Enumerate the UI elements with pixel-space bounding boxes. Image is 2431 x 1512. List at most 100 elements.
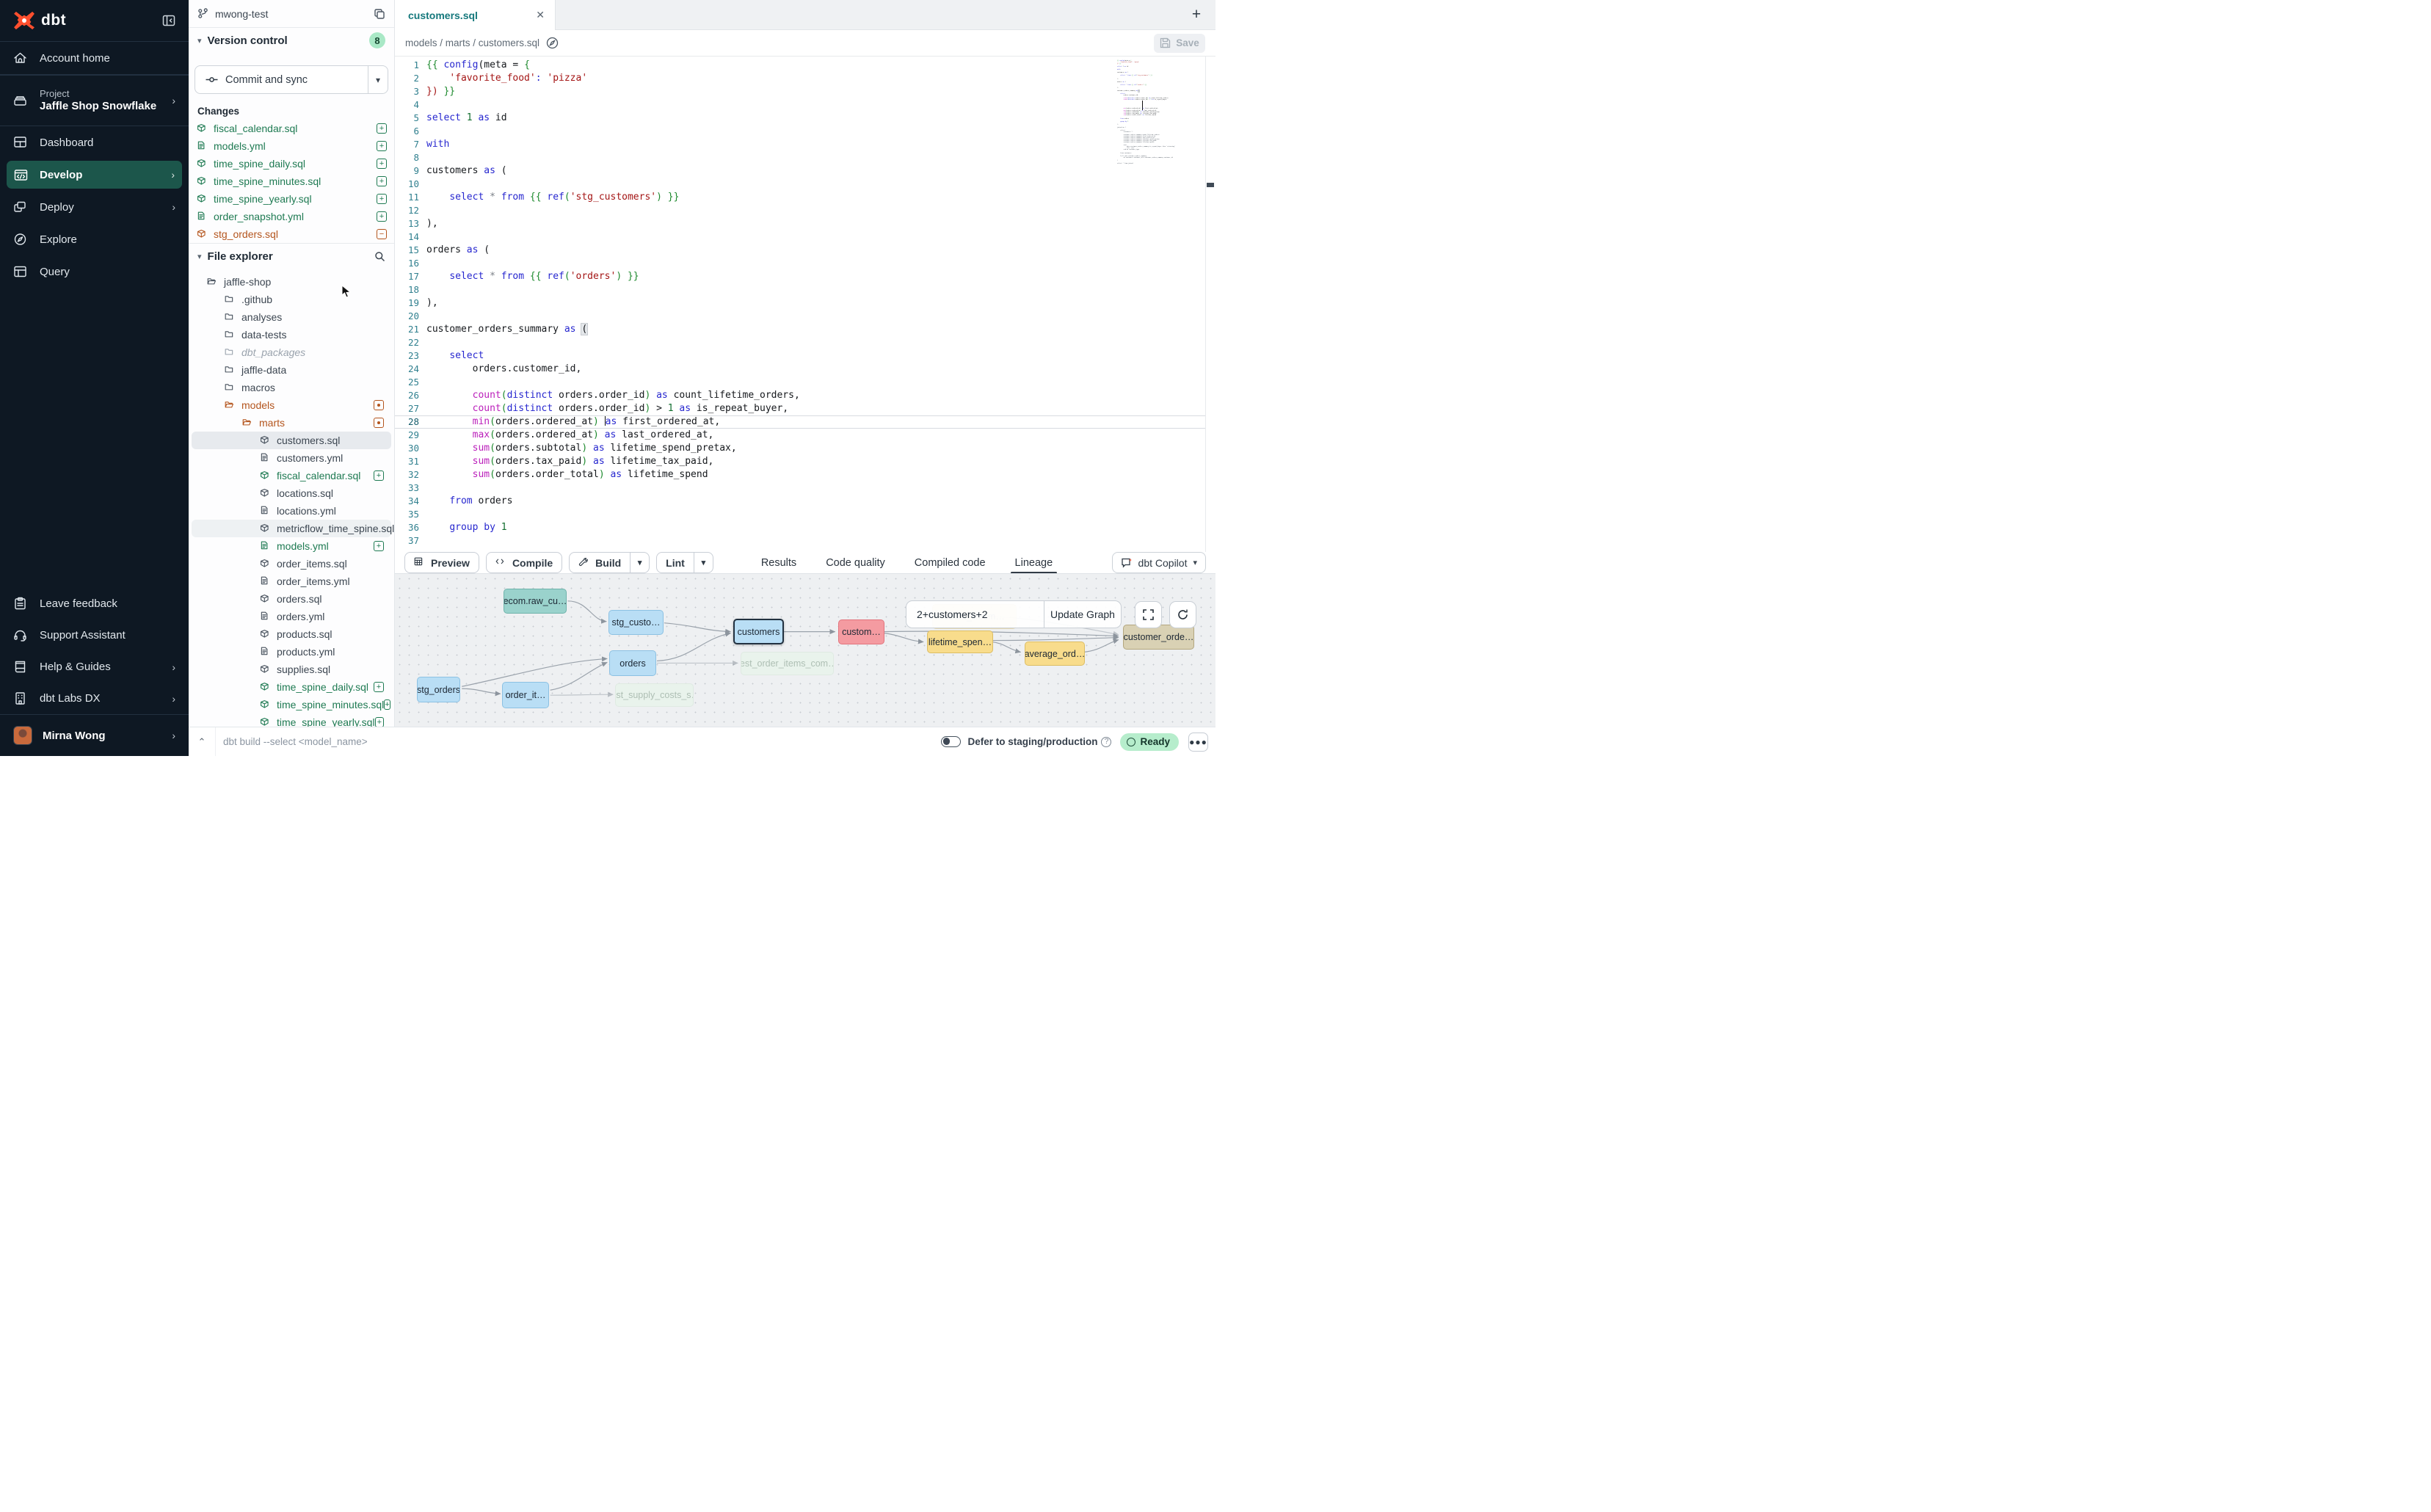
sidebar-item-account-home[interactable]: Account home xyxy=(0,42,189,74)
lineage-search-input[interactable]: 2+customers+2 xyxy=(906,608,1044,620)
tree-item-dbt_packages[interactable]: dbt_packages xyxy=(192,344,391,361)
sidebar-item-project[interactable]: ProjectJaffle Shop Snowflake › xyxy=(0,76,189,126)
code-line-24[interactable]: 24 orders.customer_id, xyxy=(395,363,1216,376)
code-line-2[interactable]: 2 'favorite_food': 'pizza' xyxy=(395,72,1216,85)
code-line-3[interactable]: 3}) }} xyxy=(395,85,1216,98)
tree-item-orders.sql[interactable]: orders.sql xyxy=(192,590,391,608)
changed-file-time_spine_daily.sql[interactable]: time_spine_daily.sql+ xyxy=(189,155,394,172)
code-line-27[interactable]: 27 count(distinct orders.order_id) > 1 a… xyxy=(395,402,1216,415)
changed-file-stg_orders.sql[interactable]: stg_orders.sql− xyxy=(189,225,394,243)
commit-options-dropdown[interactable]: ▾ xyxy=(368,66,388,93)
tree-item-locations.yml[interactable]: locations.yml xyxy=(192,502,391,520)
branch-name[interactable]: mwong-test xyxy=(215,8,268,20)
code-line-25[interactable]: 25 xyxy=(395,376,1216,389)
more-options-button[interactable]: ●●● xyxy=(1188,733,1208,752)
tree-item-time_spine_yearly.sql[interactable]: time_spine_yearly.sql+ xyxy=(192,713,391,727)
code-line-12[interactable]: 12 xyxy=(395,204,1216,217)
changed-file-models.yml[interactable]: models.yml+ xyxy=(189,137,394,155)
tree-item-fiscal_calendar.sql[interactable]: fiscal_calendar.sql+ xyxy=(192,467,391,484)
stage-file-button[interactable]: + xyxy=(374,541,384,551)
stage-file-button[interactable]: + xyxy=(377,211,387,222)
preview-button[interactable]: Preview xyxy=(404,552,479,573)
dbt-copilot-button[interactable]: dbt Copilot ▾ xyxy=(1112,552,1206,573)
code-line-15[interactable]: 15orders as ( xyxy=(395,244,1216,257)
code-line-4[interactable]: 4 xyxy=(395,98,1216,112)
commit-and-sync-button[interactable]: Commit and sync ▾ xyxy=(195,65,388,94)
code-editor[interactable]: 1{{ config(meta = { 2 'favorite_food': '… xyxy=(395,57,1216,552)
code-line-19[interactable]: 19), xyxy=(395,297,1216,310)
sidebar-collapse-icon[interactable] xyxy=(162,14,175,27)
code-line-8[interactable]: 8 xyxy=(395,151,1216,164)
lineage-node-stg_custo[interactable]: stg_custo… xyxy=(608,610,664,635)
code-line-16[interactable]: 16 xyxy=(395,257,1216,270)
stage-file-button[interactable]: + xyxy=(374,470,384,481)
fullscreen-button[interactable] xyxy=(1135,601,1162,628)
changed-file-fiscal_calendar.sql[interactable]: fiscal_calendar.sql+ xyxy=(189,120,394,137)
code-line-9[interactable]: 9customers as ( xyxy=(395,164,1216,178)
tab-code-quality[interactable]: Code quality xyxy=(826,552,885,573)
build-button[interactable]: Build ▾ xyxy=(569,552,650,573)
tab-lineage[interactable]: Lineage xyxy=(1015,552,1053,573)
save-button[interactable]: Save xyxy=(1154,34,1205,53)
search-icon[interactable] xyxy=(374,251,385,262)
file-explorer-header[interactable]: ▾ File explorer xyxy=(189,244,394,269)
sidebar-item-dbt-labs-dx[interactable]: dbt Labs DX› xyxy=(0,683,189,714)
tree-item-jaffle-data[interactable]: jaffle-data xyxy=(192,361,391,379)
tree-item-order_items.yml[interactable]: order_items.yml xyxy=(192,573,391,590)
tree-item-models.yml[interactable]: models.yml+ xyxy=(192,537,391,555)
lineage-node-custom[interactable]: custom… xyxy=(838,619,884,644)
tab-results[interactable]: Results xyxy=(761,552,796,573)
dbt-command-input[interactable] xyxy=(215,727,941,756)
tree-item-.github[interactable]: .github xyxy=(192,291,391,308)
code-line-35[interactable]: 35 xyxy=(395,508,1216,521)
code-line-22[interactable]: 22 xyxy=(395,336,1216,349)
tree-item-products.yml[interactable]: products.yml xyxy=(192,643,391,661)
stage-file-button[interactable]: + xyxy=(377,176,387,186)
status-badge[interactable]: Ready xyxy=(1120,733,1179,751)
code-line-18[interactable]: 18 xyxy=(395,283,1216,297)
refresh-button[interactable] xyxy=(1169,601,1196,628)
stage-file-button[interactable]: + xyxy=(384,699,390,710)
user-menu[interactable]: Mirna Wong › xyxy=(0,715,189,756)
sidebar-item-help-guides[interactable]: Help & Guides› xyxy=(0,651,189,683)
tab-customers-sql[interactable]: customers.sql ✕ xyxy=(395,0,556,30)
lineage-node-customer_orde[interactable]: customer_orde… xyxy=(1123,625,1194,650)
tree-item-jaffle-shop[interactable]: jaffle-shop xyxy=(192,273,391,291)
code-line-13[interactable]: 13), xyxy=(395,217,1216,230)
stage-file-button[interactable]: + xyxy=(374,682,384,692)
lineage-node-stg_orders[interactable]: stg_orders xyxy=(417,677,460,702)
tree-item-analyses[interactable]: analyses xyxy=(192,308,391,326)
lineage-node-test_supply_costs_s[interactable]: test_supply_costs_s… xyxy=(615,683,694,707)
sidebar-item-leave-feedback[interactable]: Leave feedback xyxy=(0,588,189,619)
code-line-30[interactable]: 30 sum(orders.subtotal) as lifetime_spen… xyxy=(395,442,1216,455)
code-line-29[interactable]: 29 max(orders.ordered_at) as last_ordere… xyxy=(395,429,1216,442)
code-line-32[interactable]: 32 sum(orders.order_total) as lifetime_s… xyxy=(395,468,1216,481)
lineage-node-lifetime_spen[interactable]: lifetime_spen… xyxy=(927,630,993,653)
lineage-node-orders[interactable]: orders xyxy=(609,650,656,676)
tree-item-supplies.sql[interactable]: supplies.sql xyxy=(192,661,391,678)
tree-item-models[interactable]: models xyxy=(192,396,391,414)
code-line-1[interactable]: 1{{ config(meta = { xyxy=(395,59,1216,72)
help-icon[interactable]: ? xyxy=(1101,737,1111,747)
tree-item-metricflow_time_spine.sql[interactable]: metricflow_time_spine.sql••• xyxy=(192,520,391,537)
update-graph-button[interactable]: Update Graph xyxy=(1044,601,1121,628)
tree-item-orders.yml[interactable]: orders.yml xyxy=(192,608,391,625)
sidebar-item-dashboard[interactable]: Dashboard xyxy=(0,126,189,159)
version-control-header[interactable]: ▾ Version control 8 xyxy=(189,28,394,53)
code-line-10[interactable]: 10 xyxy=(395,178,1216,191)
tab-compiled-code[interactable]: Compiled code xyxy=(915,552,986,573)
code-line-26[interactable]: 26 count(distinct orders.order_id) as co… xyxy=(395,389,1216,402)
tree-item-time_spine_minutes.sql[interactable]: time_spine_minutes.sql+ xyxy=(192,696,391,713)
tree-item-order_items.sql[interactable]: order_items.sql xyxy=(192,555,391,573)
tree-item-marts[interactable]: marts xyxy=(192,414,391,432)
sidebar-item-develop[interactable]: Develop› xyxy=(0,159,189,191)
lint-dropdown[interactable]: ▾ xyxy=(694,553,713,573)
unstage-file-button[interactable]: − xyxy=(377,229,387,239)
code-line-6[interactable]: 6 xyxy=(395,125,1216,138)
build-dropdown[interactable]: ▾ xyxy=(630,553,649,573)
tree-item-macros[interactable]: macros xyxy=(192,379,391,396)
code-line-11[interactable]: 11 select * from {{ ref('stg_customers')… xyxy=(395,191,1216,204)
code-line-28[interactable]: 28 min(orders.ordered_at) as first_order… xyxy=(395,415,1216,429)
lineage-node-ecomraw_cu[interactable]: ecom.raw_cu… xyxy=(504,589,567,614)
code-line-5[interactable]: 5select 1 as id xyxy=(395,112,1216,125)
